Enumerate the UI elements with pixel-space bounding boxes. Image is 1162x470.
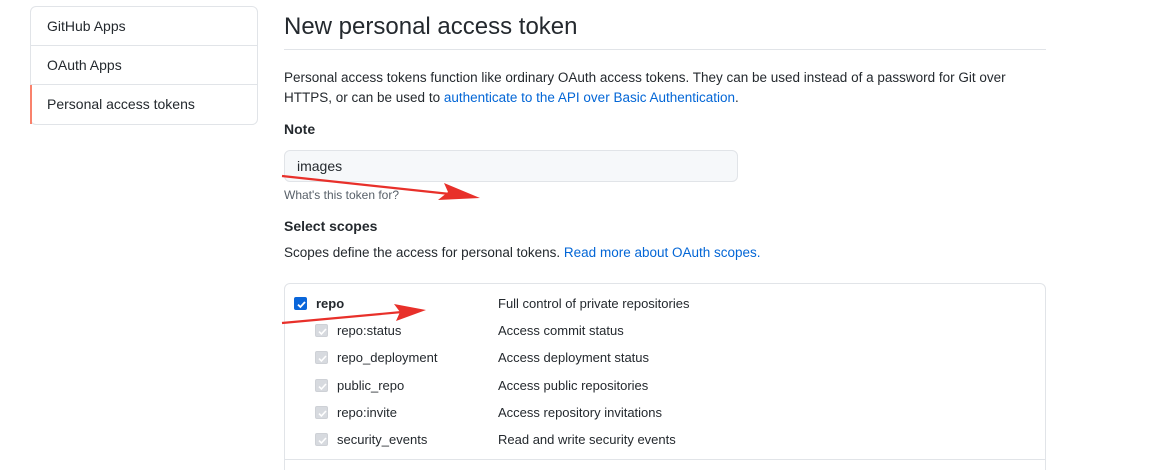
note-label: Note — [284, 121, 316, 137]
scope-checkbox-repo[interactable] — [294, 297, 307, 310]
oauth-scopes-link[interactable]: Read more about OAuth scopes. — [564, 245, 761, 260]
scopes-desc-text: Scopes define the access for personal to… — [284, 245, 564, 260]
intro-end: . — [735, 90, 739, 105]
scope-checkbox-repo-deployment[interactable] — [315, 351, 328, 364]
note-input[interactable] — [284, 150, 738, 182]
scopes-title: Select scopes — [284, 218, 378, 234]
scope-checkbox-repo-status[interactable] — [315, 324, 328, 337]
settings-page: GitHub Apps OAuth Apps Personal access t… — [0, 0, 1162, 470]
scope-checkbox-security-events[interactable] — [315, 433, 328, 446]
scope-row-security-events: security_events Read and write security … — [285, 427, 1045, 454]
checkmark-icon — [297, 301, 306, 309]
checkmark-icon — [318, 437, 327, 445]
scope-name: repo — [316, 296, 345, 311]
scope-description: Access commit status — [498, 323, 624, 338]
sidebar-item-github-apps[interactable]: GitHub Apps — [31, 7, 257, 46]
scope-name: public_repo — [337, 378, 405, 393]
scope-row-repo-deployment: repo_deployment Access deployment status — [285, 345, 1045, 372]
intro-paragraph: Personal access tokens function like ord… — [284, 68, 1054, 108]
scope-description: Full control of private repositories — [498, 296, 690, 311]
sidebar-item-oauth-apps[interactable]: OAuth Apps — [31, 46, 257, 85]
basic-auth-link[interactable]: authenticate to the API over Basic Authe… — [444, 90, 735, 105]
scope-name: repo_deployment — [337, 350, 438, 365]
page-title: New personal access token — [284, 12, 1046, 50]
main-content: New personal access token Personal acces… — [284, 0, 1046, 470]
checkmark-icon — [318, 355, 327, 363]
developer-settings-sidebar: GitHub Apps OAuth Apps Personal access t… — [30, 6, 258, 125]
scope-checkbox-public-repo[interactable] — [315, 379, 328, 392]
checkmark-icon — [318, 328, 327, 336]
scope-name: security_events — [337, 432, 428, 447]
scope-description: Read and write security events — [498, 432, 676, 447]
scope-description: Access repository invitations — [498, 405, 663, 420]
note-hint: What's this token for? — [284, 188, 400, 202]
scope-row-public-repo: public_repo Access public repositories — [285, 373, 1045, 400]
scope-row-repo: repo Full control of private repositorie… — [285, 291, 1045, 318]
scope-name: repo:status — [337, 323, 402, 338]
checkmark-icon — [318, 410, 327, 418]
scopes-description: Scopes define the access for personal to… — [284, 245, 1046, 265]
scope-row-repo-status: repo:status Access commit status — [285, 318, 1045, 345]
sidebar-item-personal-access-tokens[interactable]: Personal access tokens — [30, 85, 257, 124]
scope-row-repo-invite: repo:invite Access repository invitation… — [285, 400, 1045, 427]
checkmark-icon — [318, 383, 327, 391]
scope-description: Access deployment status — [498, 350, 650, 365]
scope-name: repo:invite — [337, 405, 397, 420]
scopes-box: repo Full control of private repositorie… — [284, 283, 1046, 470]
scope-description: Access public repositories — [498, 378, 649, 393]
scopes-divider — [285, 459, 1045, 460]
scope-checkbox-repo-invite[interactable] — [315, 406, 328, 419]
